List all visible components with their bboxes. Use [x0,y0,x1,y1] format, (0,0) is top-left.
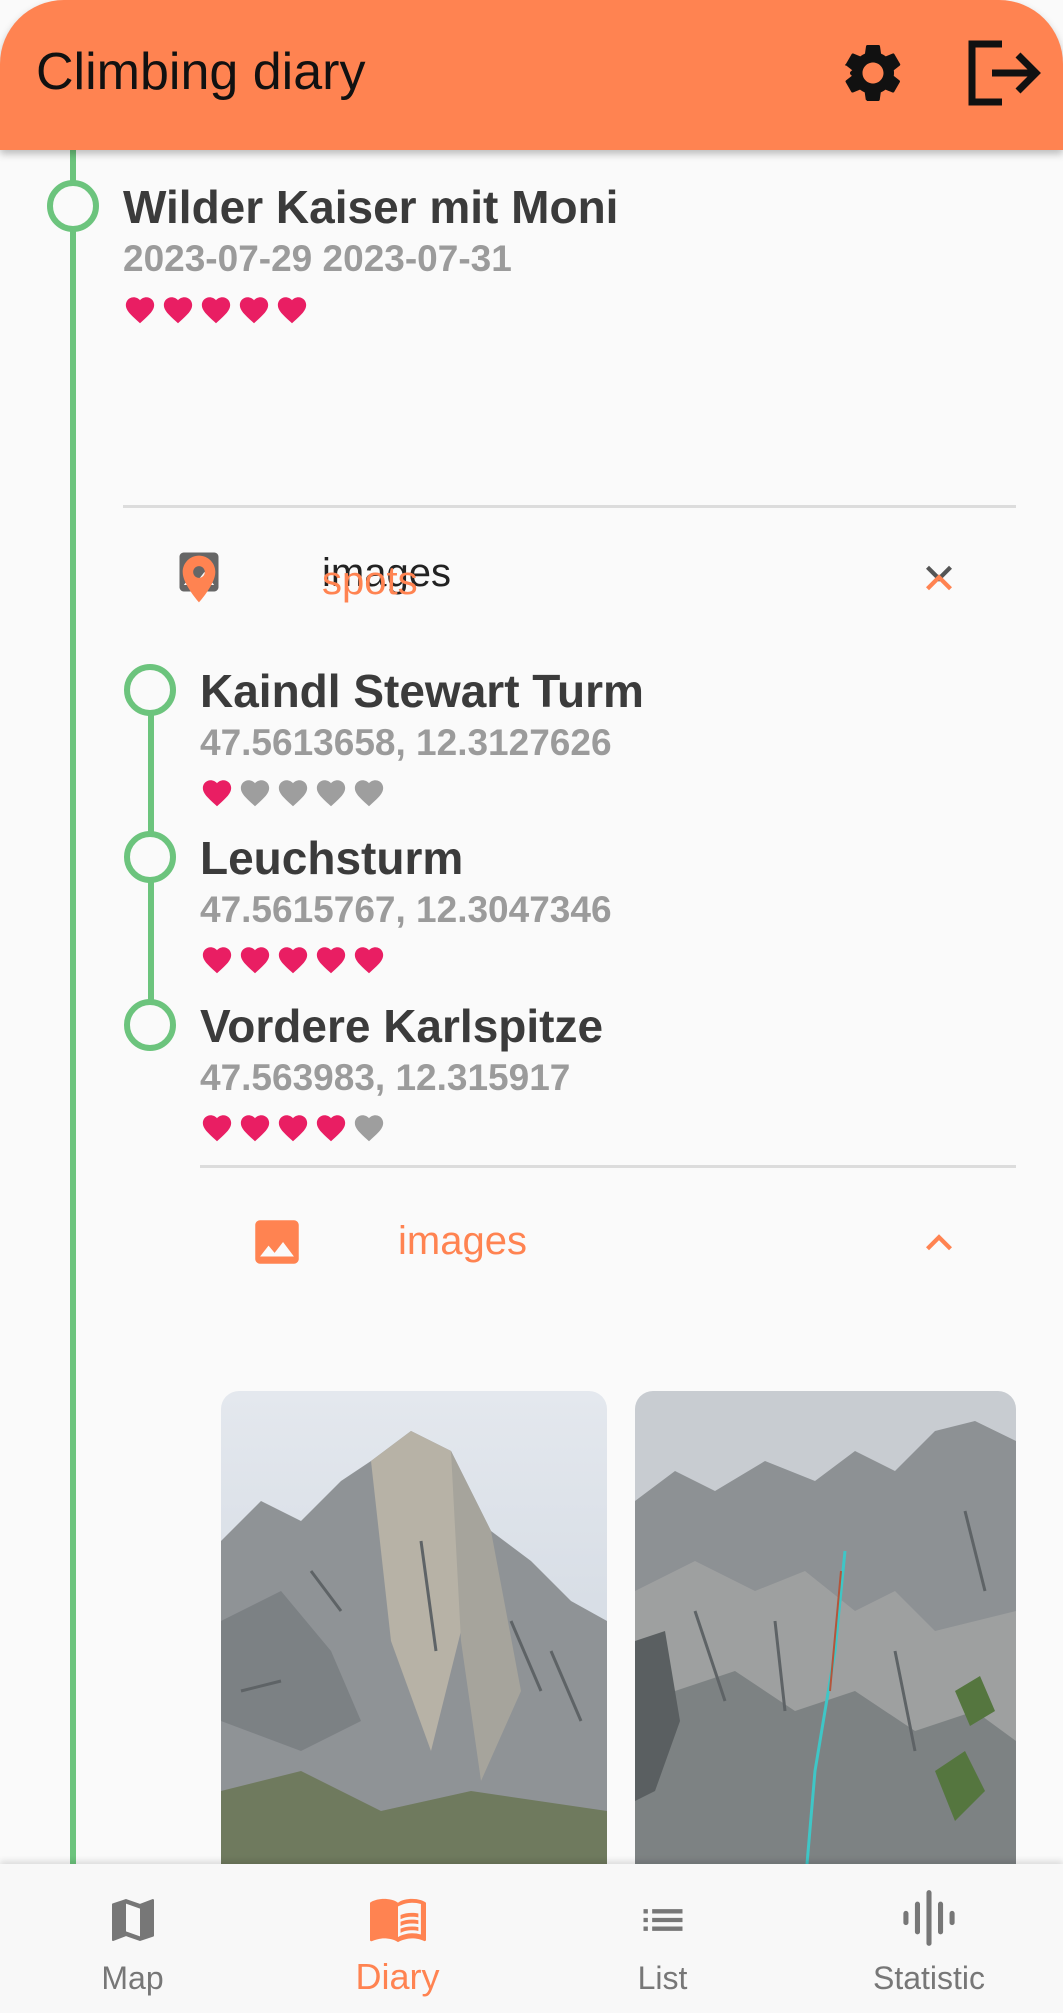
heart-filled-icon [240,1115,270,1142]
spot-name[interactable]: Leuchsturm [200,831,463,885]
heart-empty-icon [316,780,346,807]
heart-filled-icon [202,780,232,807]
heart-filled-icon [316,1115,346,1142]
spot-coordinates: 47.5615767, 12.3047346 [200,889,612,930]
heart-filled-icon [125,297,155,324]
nav-map[interactable]: Map [0,1864,265,2013]
spot-name[interactable]: Vordere Karlspitze [200,999,603,1053]
rock-face-image [221,1391,607,1864]
spot-rating [200,1111,386,1145]
climbing-photo[interactable] [635,1391,1016,1864]
list-icon [643,1909,682,1931]
heart-filled-icon [354,947,384,974]
spot-rating [200,943,386,977]
spot-coordinates: 47.5613658, 12.3127626 [200,722,612,763]
heart-empty-icon [240,780,270,807]
app-title: Climbing diary [36,43,366,101]
trip-title: Wilder Kaiser mit Moni [123,181,619,233]
nav-statistic[interactable]: Statistic [795,1864,1063,2013]
image-icon [255,1220,299,1264]
bottom-navigation: Map Diary List Statistic [0,1864,1063,2013]
heart-filled-icon [278,947,308,974]
heart-filled-icon [316,947,346,974]
nav-label: Diary [355,1956,440,1997]
settings-button[interactable] [838,38,908,108]
spot-images-label: images [398,1219,527,1263]
heart-empty-icon [354,780,384,807]
chevron-up-icon [926,574,952,591]
heart-filled-icon [240,947,270,974]
nav-label: List [637,1960,688,1996]
heart-filled-icon [278,1115,308,1142]
trip-timeline-node [47,180,99,232]
location-pin-icon [182,555,216,603]
statistic-icon [903,1890,955,1946]
app-bar: Climbing diary [0,0,1063,150]
map-icon [111,1899,154,1941]
rock-wall-image [635,1391,1016,1864]
logout-button[interactable] [966,38,1042,108]
spot-timeline-node [124,999,176,1051]
heart-filled-icon [202,1115,232,1142]
gear-icon [844,44,901,101]
climbing-photo[interactable] [221,1391,607,1864]
book-icon [369,1898,426,1943]
nav-label: Map [101,1960,164,1996]
spot-timeline-node [124,664,176,716]
chevron-up-icon [926,1234,952,1251]
spot-timeline-node [124,831,176,883]
heart-filled-icon [163,297,193,324]
nav-diary[interactable]: Diary [265,1864,530,2013]
divider [123,505,1016,508]
spot-rating [200,776,386,810]
spots-label: spots [322,559,418,603]
heart-empty-icon [278,780,308,807]
heart-filled-icon [239,297,269,324]
trip-dates: 2023-07-29 2023-07-31 [123,238,512,279]
spot-name[interactable]: Kaindl Stewart Turm [200,664,644,718]
timeline-line [70,150,76,1864]
heart-empty-icon [354,1115,384,1142]
spot-images-expander[interactable] [200,1180,1016,1310]
logout-icon [968,40,1041,106]
nav-list[interactable]: List [530,1864,795,2013]
trip-rating [123,293,309,327]
nav-label: Statistic [872,1960,986,1996]
heart-filled-icon [201,297,231,324]
divider [200,1165,1016,1168]
heart-filled-icon [202,947,232,974]
diary-content[interactable]: Wilder Kaiser mit Moni 2023-07-29 2023-0… [0,150,1063,1864]
heart-filled-icon [277,297,307,324]
spot-coordinates: 47.563983, 12.315917 [200,1057,571,1098]
spots-expander[interactable] [123,520,1016,650]
